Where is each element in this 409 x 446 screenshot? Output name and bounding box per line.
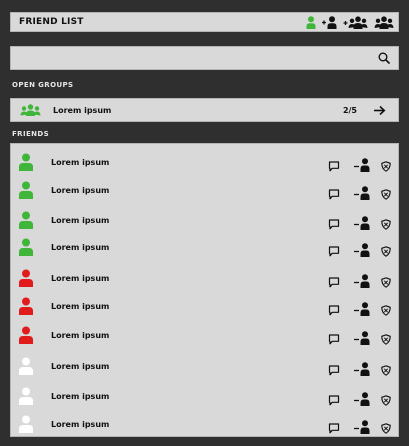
friend-avatar-busy-icon xyxy=(18,326,34,348)
friend-avatar-busy-icon xyxy=(18,269,34,291)
friend-name: Lorem ipsum xyxy=(51,392,110,401)
open-group-row[interactable]: Lorem ipsum 2/5 xyxy=(10,98,399,122)
open-groups-label: OPEN GROUPS xyxy=(12,81,74,89)
remove-friend-icon[interactable] xyxy=(353,392,371,406)
remove-friend-icon[interactable] xyxy=(353,420,371,434)
block-icon[interactable] xyxy=(381,423,391,434)
friend-row[interactable]: Lorem ipsum xyxy=(11,356,398,376)
chat-icon[interactable] xyxy=(328,246,340,257)
friend-avatar-online-icon xyxy=(18,153,34,175)
remove-friend-icon[interactable] xyxy=(353,216,371,230)
friend-row[interactable]: Lorem ipsum xyxy=(11,386,398,406)
friend-name: Lorem ipsum xyxy=(51,331,110,340)
group-green-icon xyxy=(20,104,41,116)
friend-name: Lorem ipsum xyxy=(51,158,110,167)
friend-avatar-online-icon xyxy=(18,238,34,260)
group-icon[interactable] xyxy=(374,15,394,29)
block-icon[interactable] xyxy=(381,277,391,288)
block-icon[interactable] xyxy=(381,305,391,316)
chat-icon[interactable] xyxy=(328,365,340,376)
friend-name: Lorem ipsum xyxy=(51,362,110,371)
add-group-icon[interactable] xyxy=(343,15,369,29)
friend-avatar-busy-icon xyxy=(18,297,34,319)
friend-row[interactable]: Lorem ipsum xyxy=(11,268,398,288)
friend-name: Lorem ipsum xyxy=(51,186,110,195)
friend-name: Lorem ipsum xyxy=(51,216,110,225)
friend-row[interactable]: Lorem ipsum xyxy=(11,296,398,316)
friend-name: Lorem ipsum xyxy=(51,243,110,252)
friend-row[interactable]: Lorem ipsum xyxy=(11,152,398,172)
friend-avatar-online-icon xyxy=(18,211,34,233)
friend-name: Lorem ipsum xyxy=(51,302,110,311)
friend-row[interactable]: Lorem ipsum xyxy=(11,237,398,257)
friend-row[interactable]: Lorem ipsum xyxy=(11,325,398,345)
chat-icon[interactable] xyxy=(328,423,340,434)
block-icon[interactable] xyxy=(381,334,391,345)
friends-list: Lorem ipsum Lorem ipsum Lorem ipsum Lore… xyxy=(10,143,399,437)
friend-list-header: FRIEND LIST xyxy=(10,12,399,32)
friend-avatar-offline-icon xyxy=(18,415,34,436)
chat-icon[interactable] xyxy=(328,305,340,316)
user-green-icon[interactable] xyxy=(306,15,316,29)
block-icon[interactable] xyxy=(381,189,391,200)
group-member-count: 2/5 xyxy=(342,105,357,115)
page-title: FRIEND LIST xyxy=(19,17,84,27)
friend-row[interactable]: Lorem ipsum xyxy=(11,180,398,200)
search-bar xyxy=(10,46,399,70)
remove-friend-icon[interactable] xyxy=(353,302,371,316)
block-icon[interactable] xyxy=(381,161,391,172)
friend-row[interactable]: Lorem ipsum xyxy=(11,210,398,230)
friend-name: Lorem ipsum xyxy=(51,274,110,283)
block-icon[interactable] xyxy=(381,395,391,406)
friend-row[interactable]: Lorem ipsum xyxy=(11,414,398,434)
remove-friend-icon[interactable] xyxy=(353,331,371,345)
block-icon[interactable] xyxy=(381,246,391,257)
chat-icon[interactable] xyxy=(328,334,340,345)
friend-avatar-offline-icon xyxy=(18,387,34,409)
friend-avatar-offline-icon xyxy=(18,357,34,379)
remove-friend-icon[interactable] xyxy=(353,362,371,376)
friends-label: FRIENDS xyxy=(12,130,50,138)
chat-icon[interactable] xyxy=(328,161,340,172)
search-icon[interactable] xyxy=(378,52,390,64)
block-icon[interactable] xyxy=(381,219,391,230)
arrow-right-icon[interactable] xyxy=(373,105,386,116)
block-icon[interactable] xyxy=(381,365,391,376)
remove-friend-icon[interactable] xyxy=(353,243,371,257)
add-friend-icon[interactable] xyxy=(321,15,338,29)
chat-icon[interactable] xyxy=(328,395,340,406)
friend-list-window: FRIEND LIST OPEN GROUPS Lorem ipsum 2/5 … xyxy=(0,0,409,446)
chat-icon[interactable] xyxy=(328,189,340,200)
remove-friend-icon[interactable] xyxy=(353,274,371,288)
remove-friend-icon[interactable] xyxy=(353,158,371,172)
friend-avatar-online-icon xyxy=(18,181,34,203)
group-name: Lorem ipsum xyxy=(53,105,112,115)
remove-friend-icon[interactable] xyxy=(353,186,371,200)
chat-icon[interactable] xyxy=(328,277,340,288)
chat-icon[interactable] xyxy=(328,219,340,230)
friend-name: Lorem ipsum xyxy=(51,420,110,429)
search-input[interactable] xyxy=(11,47,378,69)
header-actions xyxy=(306,15,394,29)
